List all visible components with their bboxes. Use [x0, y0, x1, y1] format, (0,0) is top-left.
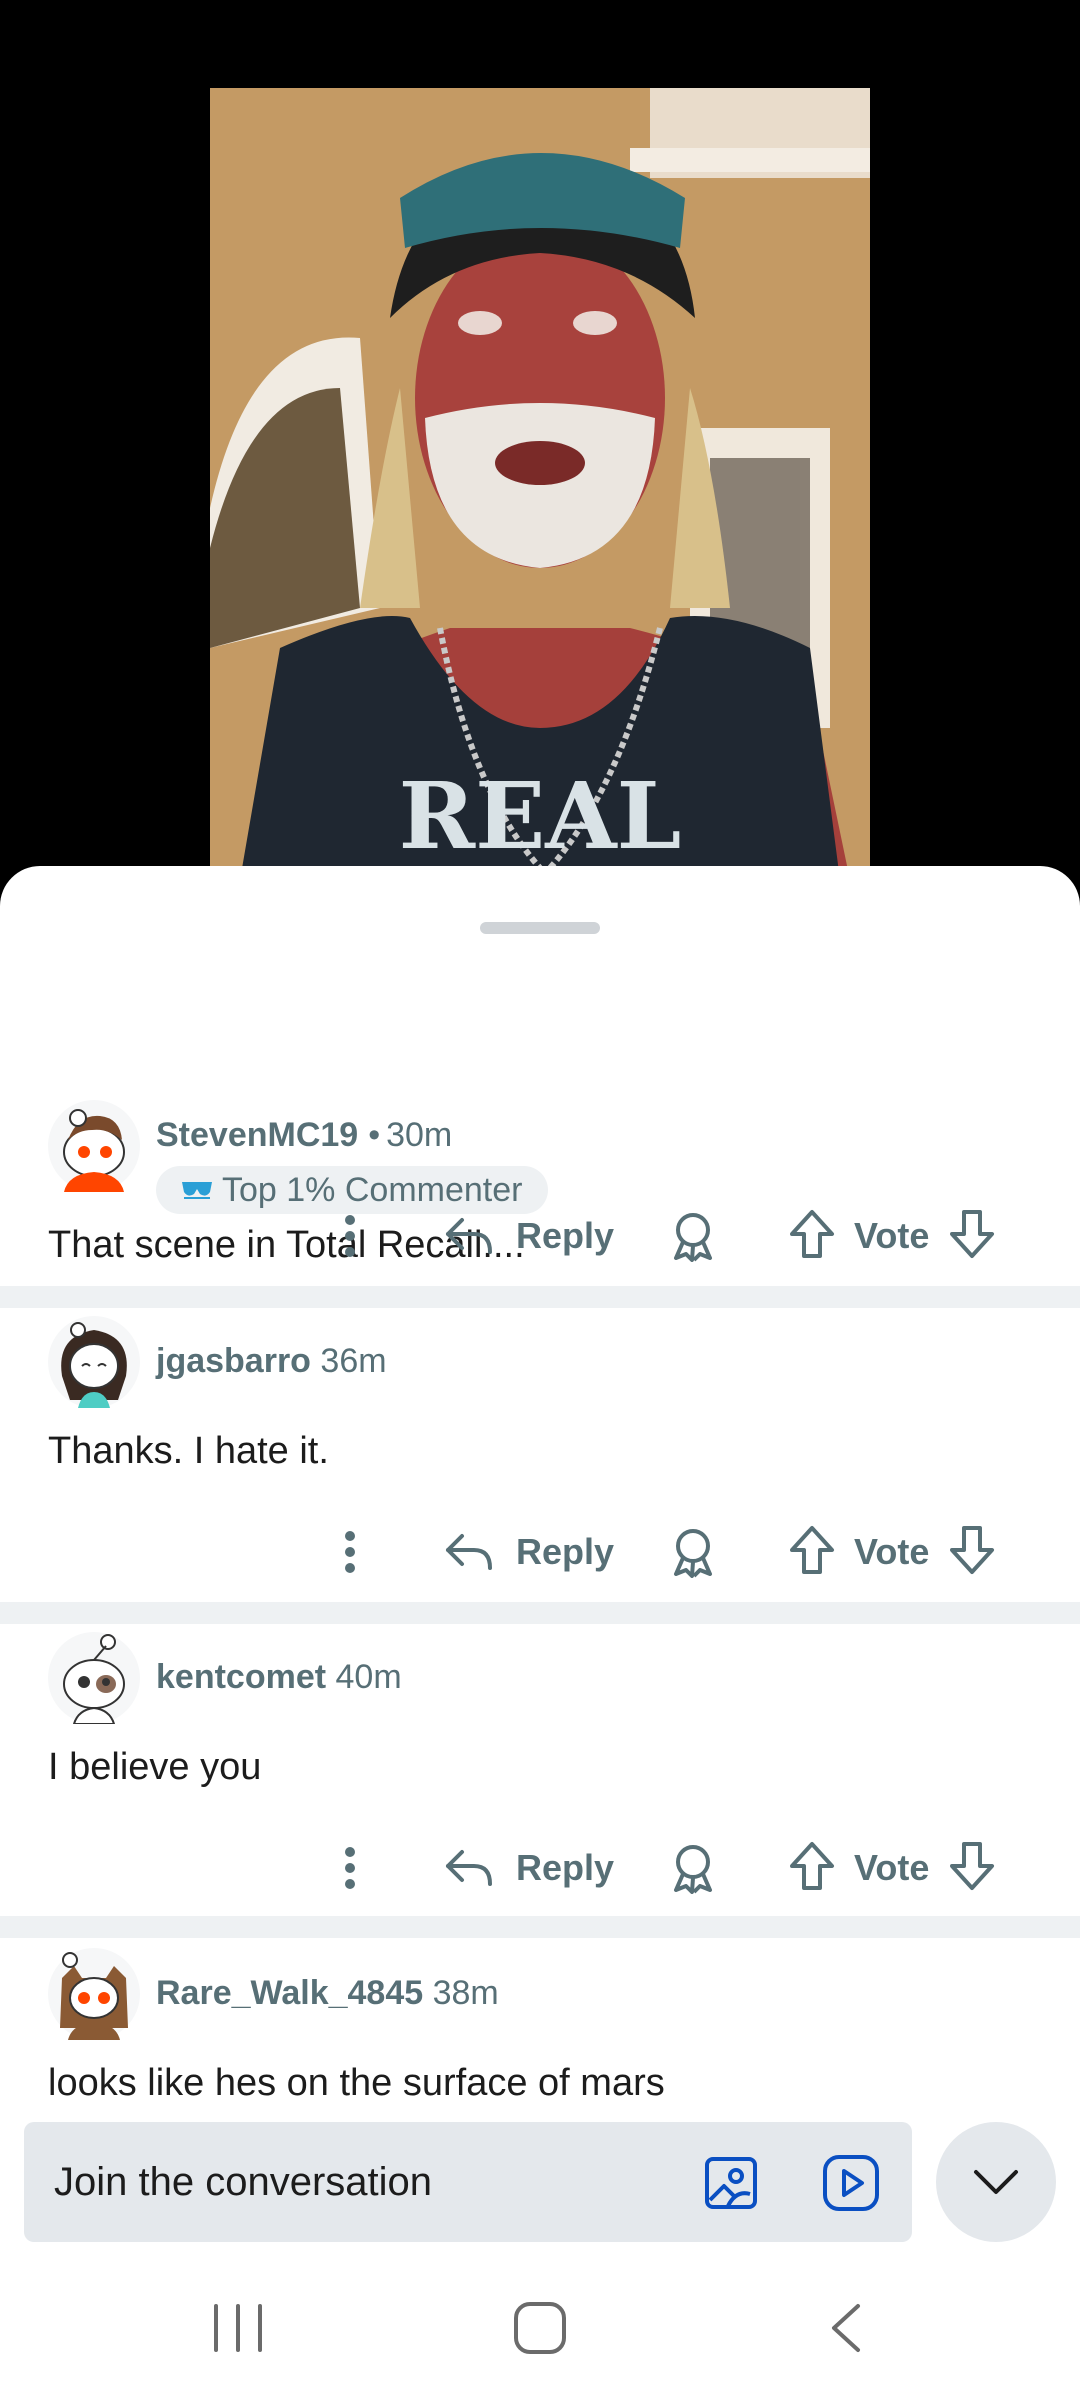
comment-actions: Reply Vote: [0, 1512, 1080, 1592]
avatar[interactable]: [48, 1100, 140, 1192]
avatar[interactable]: [48, 1316, 140, 1408]
reply-label: Reply: [516, 1847, 615, 1888]
comment-time: 30m: [386, 1116, 453, 1154]
comment-composer: Join the conversation: [0, 2106, 1080, 2266]
vote-count: Vote: [854, 1531, 930, 1572]
image-icon[interactable]: [704, 2156, 758, 2210]
more-vertical-icon[interactable]: [330, 1844, 370, 1892]
composer-placeholder: Join the conversation: [54, 2160, 433, 2204]
home-icon[interactable]: [512, 2300, 568, 2356]
shirt-text: REAL: [399, 762, 682, 870]
upvote-arrow-icon[interactable]: [788, 1524, 836, 1576]
collapse-comments-button[interactable]: [936, 2122, 1056, 2242]
video-player[interactable]: REAL: [0, 0, 1080, 880]
comment: StevenMC19 • 30m Top 1% Commenter That sce…: [0, 976, 1080, 1266]
reply-label: Reply: [516, 1215, 615, 1256]
comment-body: I believe you: [48, 1746, 262, 1788]
system-navigation-bar: [0, 2266, 1080, 2400]
award-icon[interactable]: [668, 1210, 718, 1262]
back-icon[interactable]: [826, 2302, 866, 2354]
video-still-image: REAL: [210, 88, 870, 880]
snoo-avatar-icon: [48, 1632, 140, 1724]
comment-meta: kentcomet 40m: [156, 1658, 402, 1697]
more-vertical-icon[interactable]: [330, 1528, 370, 1576]
video-play-icon[interactable]: [822, 2154, 880, 2212]
recent-apps-icon[interactable]: [210, 2302, 266, 2354]
avatar[interactable]: [48, 1948, 140, 2040]
comment-time: 38m: [432, 1974, 499, 2012]
reply-button[interactable]: Reply: [444, 1522, 614, 1582]
username[interactable]: jgasbarro: [156, 1342, 311, 1380]
comment-divider: [0, 1916, 1080, 1938]
comment-meta: Rare_Walk_4845 38m: [156, 1974, 499, 2013]
snoo-avatar-icon: [48, 1316, 140, 1408]
join-conversation-input[interactable]: Join the conversation: [24, 2122, 912, 2242]
comment: Rare_Walk_4845 38m looks like hes on the…: [0, 1938, 1080, 2108]
meta-separator: •: [368, 1116, 381, 1154]
vote-count: Vote: [854, 1215, 930, 1256]
award-icon[interactable]: [668, 1842, 718, 1894]
reply-label: Reply: [516, 1531, 615, 1572]
reply-button[interactable]: Reply: [444, 1206, 614, 1266]
upvote-arrow-icon[interactable]: [788, 1208, 836, 1260]
comment-actions: Reply Vote: [0, 1828, 1080, 1908]
more-vertical-icon[interactable]: [330, 1212, 370, 1260]
comment-divider: [0, 1602, 1080, 1624]
avatar[interactable]: [48, 1632, 140, 1724]
downvote-arrow-icon[interactable]: [948, 1840, 996, 1892]
video-frame[interactable]: REAL: [210, 88, 870, 880]
username[interactable]: kentcomet: [156, 1658, 326, 1696]
reply-button[interactable]: Reply: [444, 1838, 614, 1898]
username[interactable]: Rare_Walk_4845: [156, 1974, 423, 2012]
username[interactable]: StevenMC19: [156, 1116, 358, 1154]
snoo-avatar-icon: [48, 1100, 140, 1192]
comment-time: 36m: [320, 1342, 387, 1380]
comment-body: Thanks. I hate it.: [48, 1430, 329, 1472]
upvote-arrow-icon[interactable]: [788, 1840, 836, 1892]
chevron-down-icon: [974, 2170, 1018, 2194]
snoo-avatar-icon: [48, 1948, 140, 2040]
downvote-arrow-icon[interactable]: [948, 1524, 996, 1576]
comment-body: looks like hes on the surface of mars: [48, 2062, 665, 2104]
comment: jgasbarro 36m Thanks. I hate it.: [0, 1308, 1080, 1498]
reply-arrow-icon: [446, 1850, 492, 1886]
comment-meta: jgasbarro 36m: [156, 1342, 387, 1381]
comment: kentcomet 40m I believe you: [0, 1624, 1080, 1814]
comment-actions: Reply Vote: [0, 1196, 1080, 1276]
award-icon[interactable]: [668, 1526, 718, 1578]
vote-count: Vote: [854, 1847, 930, 1888]
comment-meta: StevenMC19 • 30m: [156, 1116, 452, 1155]
reply-arrow-icon: [446, 1534, 492, 1570]
reply-arrow-icon: [446, 1218, 492, 1254]
comment-divider: [0, 1286, 1080, 1308]
comment-time: 40m: [335, 1658, 402, 1696]
downvote-arrow-icon[interactable]: [948, 1208, 996, 1260]
sheet-drag-handle[interactable]: [480, 922, 600, 934]
